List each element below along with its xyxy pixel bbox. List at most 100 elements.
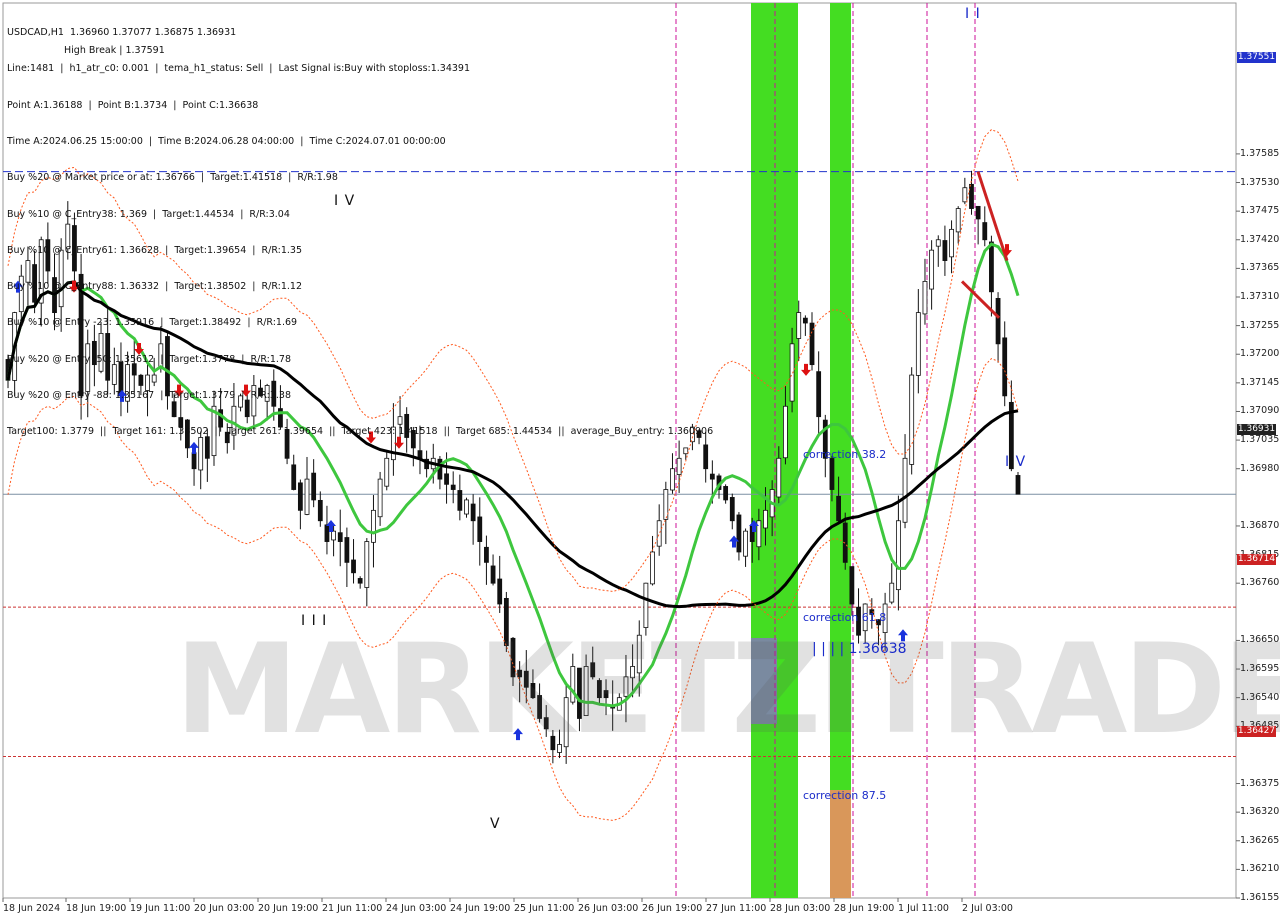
candle-body [922, 280, 928, 315]
candle-body [470, 503, 476, 522]
info-line: Buy %20 @ Market price or at: 1.36766 | … [7, 172, 338, 184]
price-tick-label: 1.36760 [1240, 577, 1280, 589]
candle-body [729, 497, 735, 522]
correction-61-label: correction 61.8 [803, 611, 887, 624]
candle-body [484, 546, 489, 563]
high-break-label: High Break | 1.37591 [64, 45, 165, 56]
info-line: Buy %20 @ Entry -88: 1.35167 | Target:1.… [7, 390, 292, 401]
price-tick-label: 1.37585 [1240, 147, 1280, 159]
candle-body [656, 520, 662, 547]
candle-body [736, 514, 742, 553]
price-tick-label: 1.36265 [1240, 834, 1280, 846]
candle-body [942, 240, 948, 261]
price-tick-label: 1.36210 [1240, 863, 1280, 875]
level-tag-1: 1.37551 [1237, 52, 1276, 63]
candle-body [743, 530, 748, 557]
candle-body [337, 532, 343, 542]
wave-label-v: V [490, 816, 501, 832]
candle-body [796, 312, 802, 339]
candle-body [969, 183, 974, 209]
wave-label-iii: I I I [301, 613, 328, 629]
info-line: Line:1481 | h1_atr_c0: 0.001 | tema_h1_s… [7, 63, 470, 75]
point-c-label: | | | | 1.36638 [812, 641, 907, 657]
candle-body [291, 464, 297, 490]
indicator-info-panel: USDCAD,H1 1.36960 1.37077 1.36875 1.3693… [7, 3, 713, 463]
candle-body [935, 239, 941, 247]
current-price-tag: 1.36931 [1237, 424, 1276, 435]
candle-body [457, 490, 463, 511]
candle-body [929, 249, 935, 290]
info-line: Buy %10 @ Entry -23: 1.35916 | Target:1.… [7, 317, 298, 329]
candle-body [709, 473, 715, 480]
candle-body [783, 405, 788, 459]
candle-body [836, 495, 841, 522]
time-tick-label: 24 Jun 03:00 [386, 903, 447, 914]
info-line: Buy %10 @ C_Entry61: 1.36628 | Target:1.… [7, 244, 302, 256]
price-tick-label: 1.37035 [1240, 434, 1280, 446]
correction-87-label: correction 87.5 [803, 789, 887, 802]
time-tick-label: 20 Jun 03:00 [194, 903, 255, 914]
candle-body [450, 484, 456, 490]
candle-body [331, 530, 336, 541]
candle-body [789, 343, 795, 402]
candle-body [816, 371, 822, 418]
price-tick-label: 1.36155 [1240, 892, 1280, 903]
time-tick-label: 27 Jun 11:00 [706, 903, 767, 914]
candle-body [464, 499, 469, 515]
candle-body [1015, 475, 1021, 495]
candle-body [1002, 337, 1008, 397]
wave-label-ii: I I [965, 6, 981, 22]
info-line: Buy %10 @ C_Entry38: 1.369 | Target:1.44… [7, 208, 290, 220]
time-tick-label: 20 Jun 19:00 [258, 903, 319, 914]
candle-body [364, 541, 370, 588]
candle-body [317, 499, 323, 522]
candle-body [989, 241, 994, 293]
watermark-text: MARKETZITRADE [175, 618, 1280, 762]
time-tick-label: 21 Jun 11:00 [322, 903, 383, 914]
info-line: USDCAD,H1 1.36960 1.37077 1.36875 1.3693… [7, 27, 237, 39]
price-tick-label: 1.36540 [1240, 691, 1280, 703]
info-line: Point A:1.36188 | Point B:1.3734 | Point… [7, 99, 259, 111]
candle-body [776, 457, 782, 498]
level-tag-3: 1.36427 [1237, 726, 1276, 737]
time-tick-label: 19 Jun 11:00 [130, 903, 191, 914]
candle-body [490, 565, 496, 584]
price-tick-label: 1.37365 [1240, 262, 1280, 274]
price-tick-label: 1.37090 [1240, 405, 1280, 417]
candle-body [802, 317, 808, 324]
candle-body [723, 486, 729, 501]
chart-area[interactable]: MARKETZITRADE USDCAD,H1 1.36960 1.37077 … [0, 0, 1280, 920]
wave-label-iv: I V [334, 193, 356, 209]
candle-body [849, 566, 855, 605]
candle-body [670, 468, 675, 491]
time-tick-label: 24 Jun 19:00 [450, 903, 511, 914]
price-tick-label: 1.37255 [1240, 319, 1280, 331]
candle-body [297, 482, 303, 511]
time-tick-label: 18 Jun 19:00 [66, 903, 127, 914]
price-tick-label: 1.37475 [1240, 205, 1280, 217]
info-line: Target100: 1.3779 || Target 161: 1.38502… [7, 426, 714, 438]
time-tick-label: 28 Jun 19:00 [834, 903, 895, 914]
correction-38-label: correction 38.2 [803, 448, 887, 461]
candle-body [663, 489, 669, 520]
candle-body [763, 509, 768, 529]
candle-body [995, 297, 1001, 345]
candle-body [351, 559, 356, 574]
info-line: Time A:2024.06.25 15:00:00 | Time B:2024… [7, 136, 446, 148]
price-tick-label: 1.37530 [1240, 176, 1280, 188]
time-tick-label: 28 Jun 03:00 [770, 903, 831, 914]
time-tick-label: 25 Jun 11:00 [514, 903, 575, 914]
candle-body [311, 472, 317, 501]
price-tick-label: 1.37145 [1240, 376, 1280, 388]
candle-body [902, 457, 908, 523]
time-tick-label: 26 Jun 03:00 [578, 903, 639, 914]
candle-body [955, 208, 961, 233]
candle-body [357, 578, 363, 584]
candle-body [444, 473, 449, 485]
candle-body [650, 551, 655, 585]
candle-body [915, 312, 921, 376]
price-tick-label: 1.37200 [1240, 348, 1280, 360]
candle-body [975, 205, 981, 220]
time-tick-label: 18 Jun 2024 [3, 903, 61, 914]
candle-body [829, 458, 835, 490]
